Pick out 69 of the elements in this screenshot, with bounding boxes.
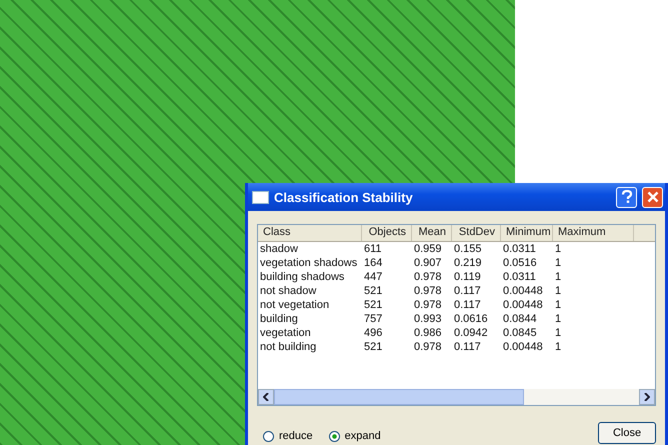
table-cell-text: 1 [554,285,562,297]
table-cell-text: 0.117 [453,285,482,297]
radio-button[interactable] [328,430,340,442]
table-cell-text: 0.978 [413,299,443,311]
scroll-thumb[interactable] [274,389,524,405]
table-cell-text: 0.119 [453,271,482,283]
column-header[interactable]: Objects [362,225,412,241]
table-cell-text: 0.978 [413,285,443,297]
scroll-left-button[interactable] [258,389,274,405]
column-header[interactable]: Maximum [553,225,634,241]
table-cell-text: building shadows [259,271,346,283]
window-icon [252,190,269,204]
radio-button[interactable] [263,430,274,442]
table-cell-text: 0.117 [453,299,482,311]
column-header[interactable]: Minimum [501,225,553,241]
table-cell-text: 1 [554,299,562,311]
table-cell-text: building [259,313,299,325]
table-cell-text: 0.219 [453,257,483,269]
table-cell-text: 0.117 [453,341,482,353]
table-cell-text: 757 [363,313,384,325]
table-cell-text: 1 [554,313,562,325]
table-cell-text: 0.993 [413,313,443,325]
table-cell-text: 0.0616 [453,313,489,325]
table-cell-text: 496 [363,327,384,339]
radio-option[interactable]: reduce [263,430,313,442]
table-cell-text: 447 [363,271,384,283]
table-cell-text: 1 [554,257,562,269]
table-cell-text: shadow [259,243,299,255]
table-cell-text: 0.0844 [502,313,538,325]
table-cell-text: vegetation [259,327,312,339]
question-mark-icon [620,190,632,204]
table-cell-text: 0.986 [413,327,443,339]
help-button[interactable] [616,186,637,208]
table-cell-text: 0.0311 [502,243,537,255]
table-cell-text: 0.0311 [502,271,537,283]
table-cell-text: 0.978 [413,341,443,353]
table-cell-text: 0.978 [413,271,443,283]
table-cell-text: 1 [554,327,562,339]
table-cell-text: 164 [363,257,384,269]
table-cell-text: 0.0942 [453,327,489,339]
table-cell-text: not vegetation [259,299,330,311]
table-cell-text: 521 [363,299,384,311]
column-header[interactable]: Class [258,225,362,241]
close-button[interactable] [642,186,663,208]
table-cell-text: 0.907 [413,257,443,269]
close-dialog-button[interactable]: Close [598,422,656,444]
table-cell-text: 1 [554,341,562,353]
scroll-right-button[interactable] [639,389,655,405]
horizontal-scrollbar[interactable] [258,389,655,405]
table-cell-text: 1 [554,243,562,255]
table-cell-text: vegetation shadows [259,257,358,269]
table-cell-text: 611 [363,243,383,255]
table-cell-text: 1 [554,271,562,283]
table-cell-text: 0.155 [453,243,483,255]
table-cell-text: 0.00448 [502,285,544,297]
table-cell-text: 0.00448 [502,341,544,353]
table-cell-text: not shadow [259,285,318,297]
close-icon [646,191,658,203]
table-cell-text: 0.0845 [502,327,538,339]
table-cell-text: 521 [363,341,384,353]
table-cell-text: 521 [363,285,384,297]
radio-option[interactable]: expand [328,430,381,442]
table-cell-text: 0.00448 [502,299,544,311]
table-cell-text: not building [259,341,318,353]
column-header[interactable]: Mean [412,225,452,241]
table-cell-text: 0.959 [413,243,443,255]
window-title: Classification Stability [274,190,413,204]
column-header[interactable]: StdDev [452,225,501,241]
table-cell-text: 0.0516 [502,257,538,269]
